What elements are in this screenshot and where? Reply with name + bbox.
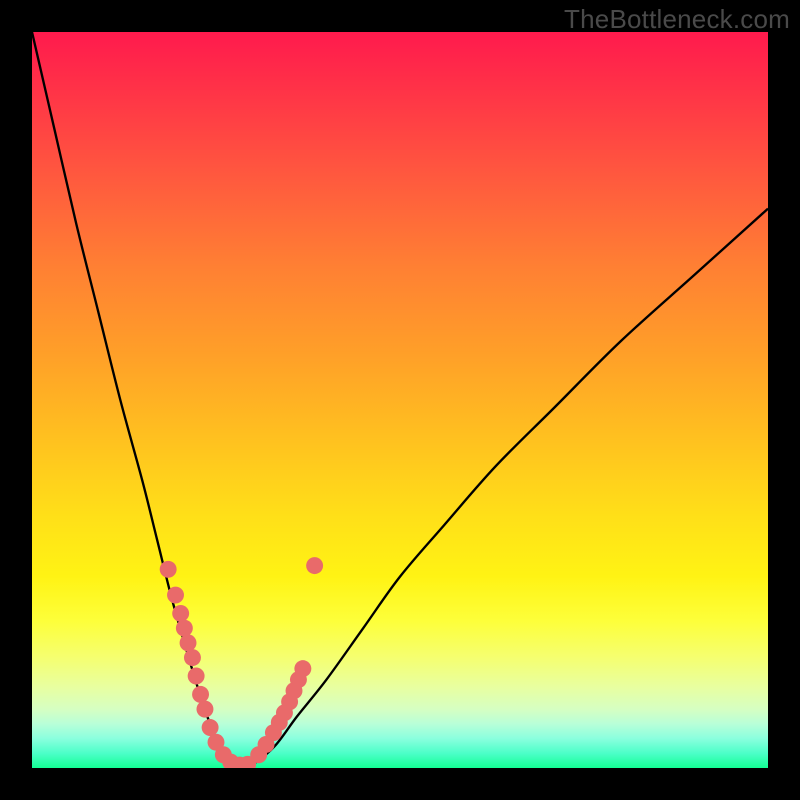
bottleneck-curve — [32, 32, 768, 768]
data-marker — [192, 686, 209, 703]
data-markers — [160, 557, 323, 768]
data-marker — [176, 620, 193, 637]
chart-frame: TheBottleneck.com — [0, 0, 800, 800]
data-marker — [188, 668, 205, 685]
plot-area — [32, 32, 768, 768]
data-marker — [184, 649, 201, 666]
data-marker — [196, 701, 213, 718]
data-marker — [202, 719, 219, 736]
data-marker — [160, 561, 177, 578]
data-marker — [167, 587, 184, 604]
data-marker — [180, 634, 197, 651]
data-marker — [294, 660, 311, 677]
data-marker — [306, 557, 323, 574]
watermark-text: TheBottleneck.com — [564, 4, 790, 35]
data-marker — [172, 605, 189, 622]
curve-layer — [32, 32, 768, 768]
